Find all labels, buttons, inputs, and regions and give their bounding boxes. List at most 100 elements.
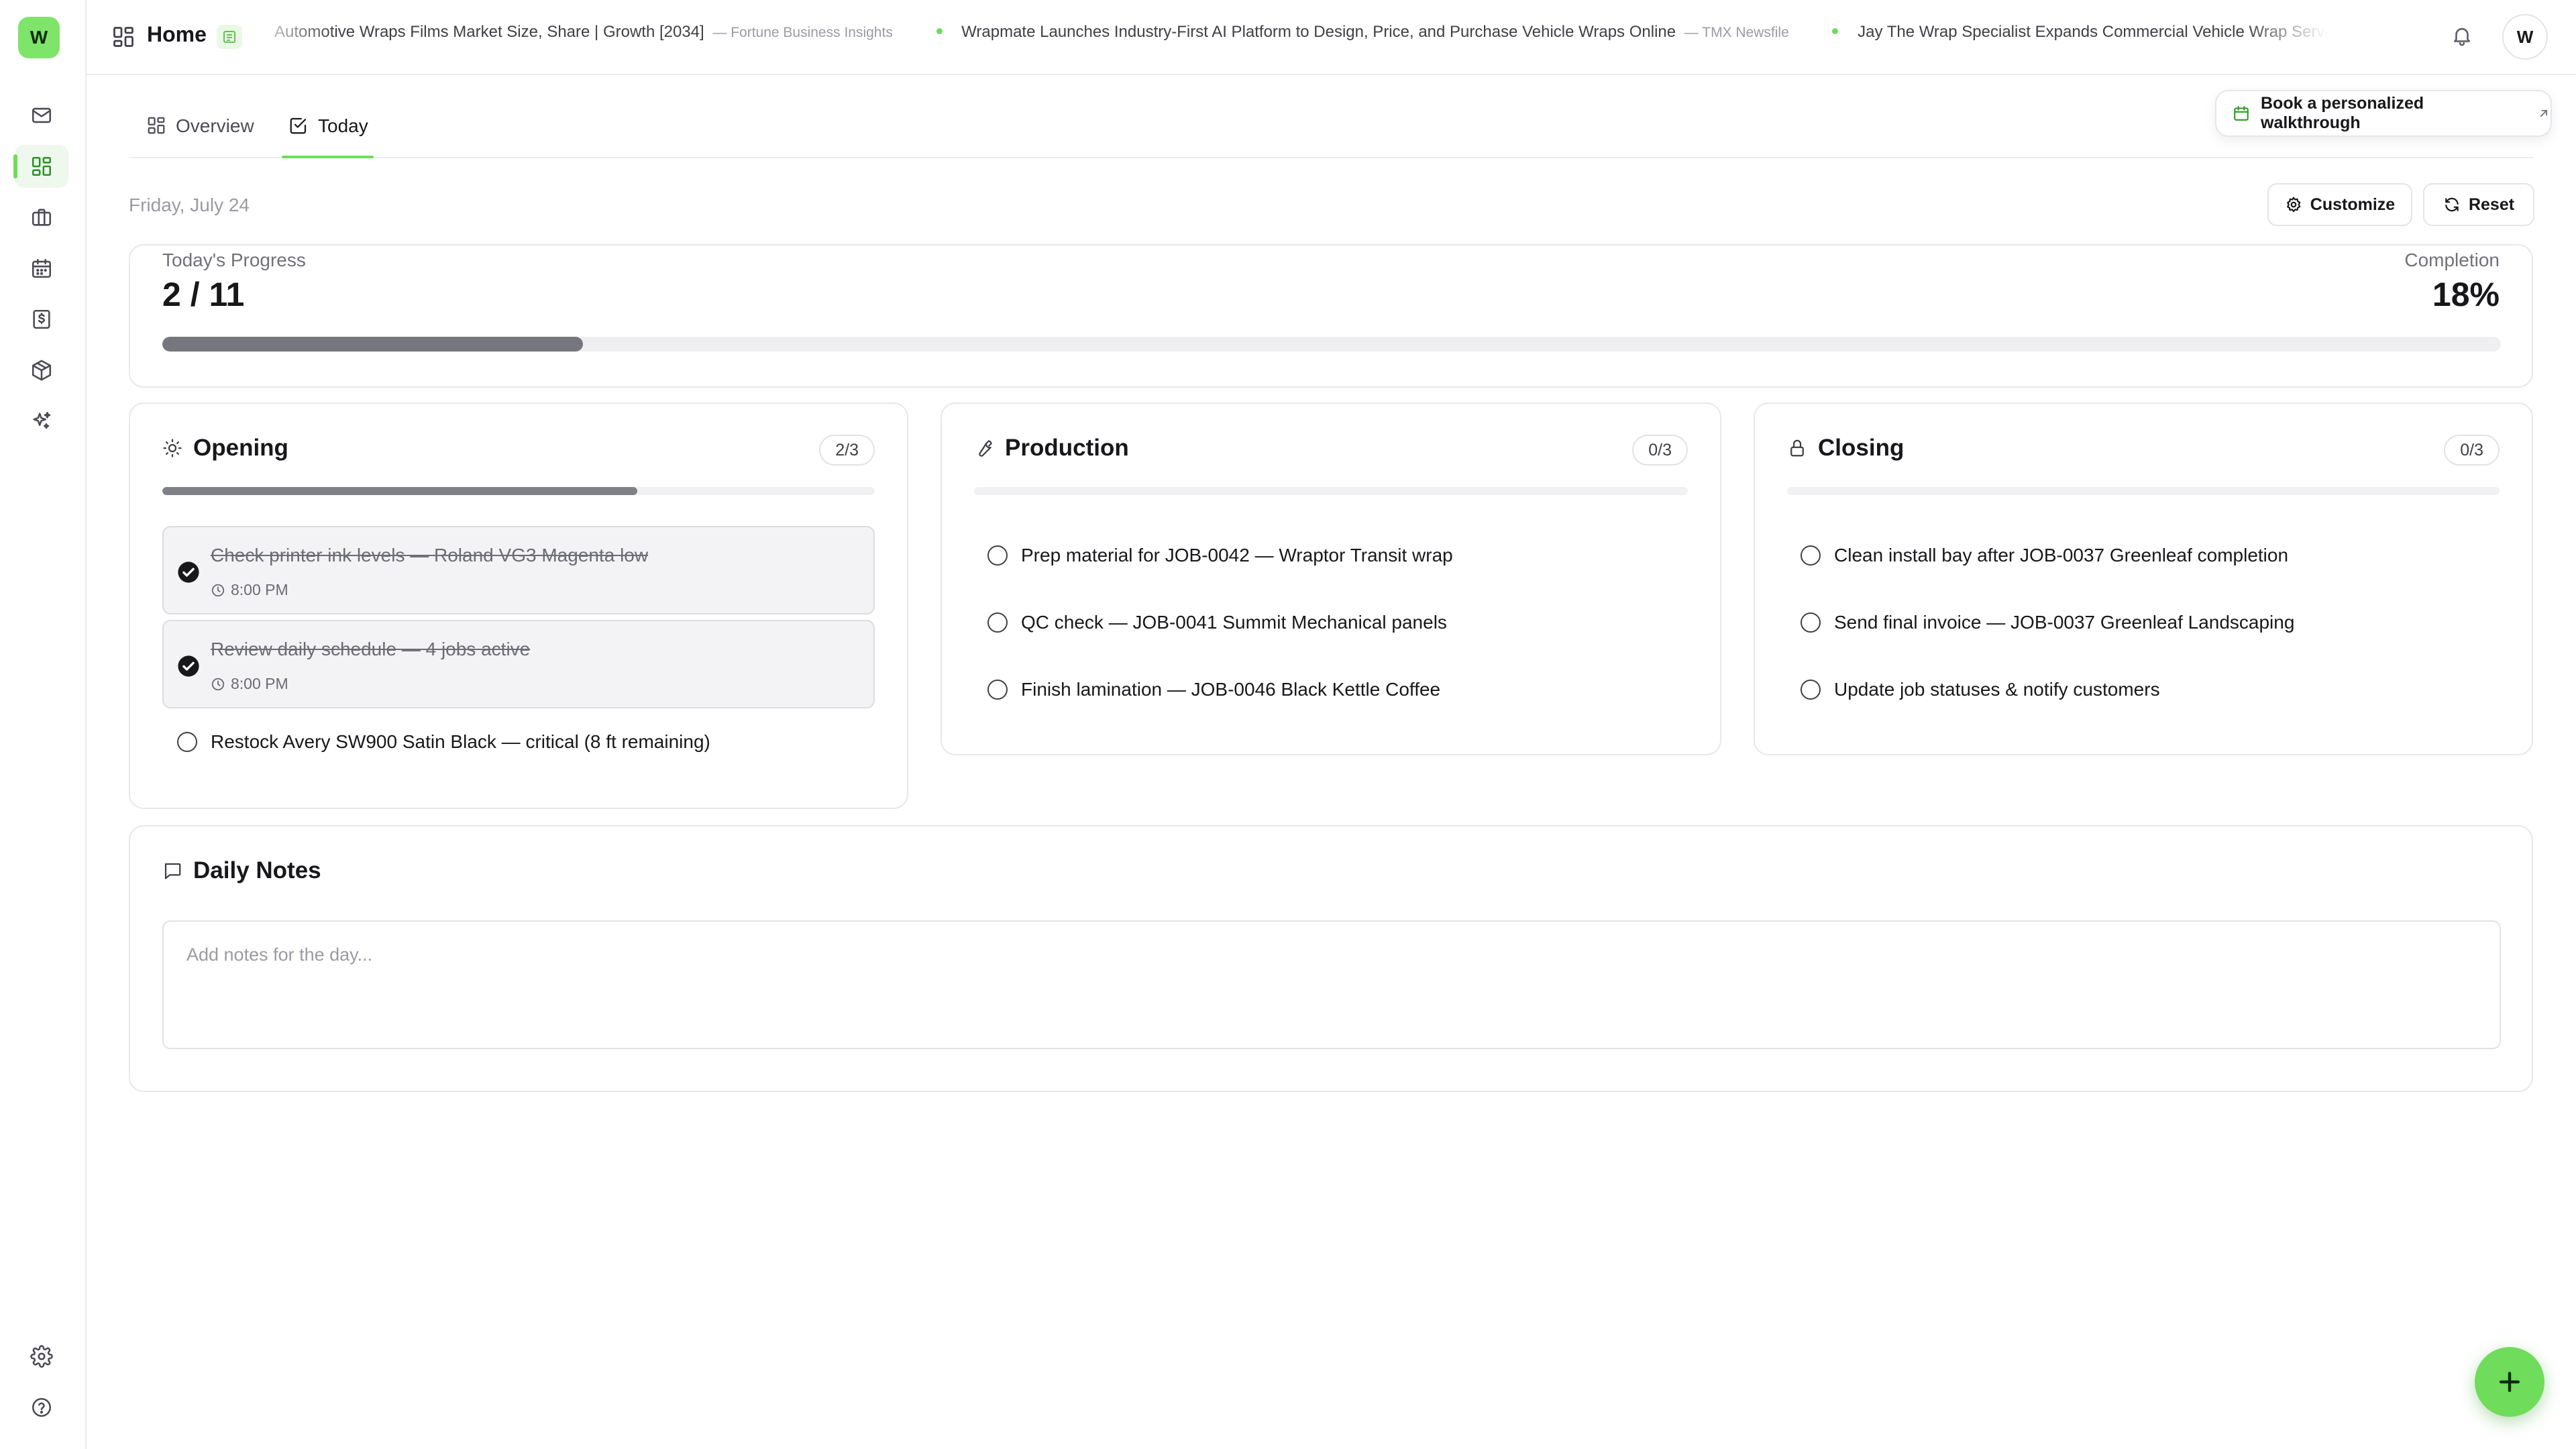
user-avatar[interactable]: W [2502, 14, 2548, 60]
progress-bar-fill [162, 337, 584, 352]
daily-notes-textarea[interactable]: Add notes for the day... [162, 920, 2501, 1049]
news-headline: Automotive Wraps Films Market Size, Shar… [274, 23, 704, 41]
opening-header: Opening [162, 435, 288, 462]
nav-dashboard[interactable] [13, 145, 68, 188]
task-item[interactable]: Clean install bay after JOB-0037 Greenle… [1801, 545, 2288, 566]
reset-label: Reset [2468, 195, 2515, 214]
package-icon [30, 359, 53, 382]
task-checkbox[interactable] [1801, 680, 1821, 700]
customize-button[interactable]: Customize [2267, 183, 2412, 226]
current-date: Friday, July 24 [129, 195, 250, 215]
settings-icon [2285, 196, 2302, 213]
opening-progress-fill [162, 487, 638, 495]
completion-label: Completion [2404, 250, 2500, 270]
closing-progress-bar [1787, 487, 2500, 495]
plus-icon [2495, 1367, 2524, 1397]
production-header: Production [974, 435, 1129, 462]
news-item[interactable]: Automotive Wraps Films Market Size, Shar… [274, 23, 893, 42]
task-item-completed[interactable]: Check printer ink levels — Roland VG3 Ma… [162, 526, 875, 614]
app-logo[interactable]: W [18, 17, 60, 58]
task-checkbox[interactable] [1801, 545, 1821, 566]
notifications-bell-icon[interactable] [2451, 24, 2473, 47]
tab-today[interactable]: Today [282, 115, 374, 158]
clock-icon [211, 583, 225, 598]
task-item[interactable]: Update job statuses & notify customers [1801, 679, 2160, 700]
task-item[interactable]: Send final invoice — JOB-0037 Greenleaf … [1801, 612, 2294, 633]
task-checkbox[interactable] [987, 680, 1008, 700]
closing-card: Closing 0/3 Clean install bay after JOB-… [1754, 402, 2533, 755]
task-time: 8:00 PM [211, 581, 288, 599]
nav-jobs[interactable] [15, 196, 68, 239]
closing-count-badge: 0/3 [2444, 435, 2500, 466]
closing-header: Closing [1787, 435, 1904, 462]
notes-placeholder: Add notes for the day... [186, 945, 373, 965]
task-text: Send final invoice — JOB-0037 Greenleaf … [1834, 612, 2295, 633]
production-progress-bar [974, 487, 1688, 495]
nav-help[interactable] [15, 1386, 68, 1429]
page-title: Home [147, 22, 207, 46]
nav-settings[interactable] [15, 1335, 68, 1378]
nav-calendar[interactable] [15, 247, 68, 290]
task-item[interactable]: Prep material for JOB-0042 — Wraptor Tra… [987, 545, 1453, 566]
task-text: Restock Avery SW900 Satin Black — critic… [211, 731, 710, 752]
task-text: Prep material for JOB-0042 — Wraptor Tra… [1021, 545, 1453, 566]
view-tabs: Overview Today [129, 107, 2533, 158]
refresh-icon [2443, 196, 2461, 213]
nav-ai[interactable] [15, 400, 68, 443]
newspaper-icon [221, 29, 237, 45]
task-time: 8:00 PM [211, 675, 288, 693]
section-title: Closing [1818, 435, 1904, 461]
news-item[interactable]: Jay The Wrap Specialist Expands Commerci… [1832, 23, 2327, 42]
task-checkbox[interactable] [1801, 612, 1821, 633]
task-text: Review daily schedule — 4 jobs active [211, 639, 531, 659]
nav-invoices[interactable] [15, 298, 68, 341]
grid-icon [146, 115, 166, 136]
progress-card: Today's Progress 2 / 11 Completion 18% [129, 244, 2533, 388]
section-title: Daily Notes [193, 857, 321, 883]
notes-header: Daily Notes [162, 857, 321, 884]
help-icon [30, 1396, 53, 1419]
checkbox-icon [288, 115, 309, 136]
news-bullet [1832, 28, 1839, 35]
reset-button[interactable]: Reset [2423, 183, 2534, 226]
task-checkbox[interactable] [987, 545, 1008, 566]
walkthrough-label: Book a personalized walkthrough [2261, 94, 2424, 132]
news-feed-toggle[interactable] [217, 25, 242, 49]
book-walkthrough-button[interactable]: Book a personalized walkthrough [2215, 90, 2552, 137]
opening-count-badge: 2/3 [819, 435, 875, 466]
task-checkbox[interactable] [177, 732, 197, 752]
progress-value: 2 / 11 [162, 276, 245, 313]
add-fab-button[interactable] [2475, 1347, 2544, 1417]
top-bar: Home Automotive Wraps Films Market Size,… [87, 0, 2576, 75]
message-icon [162, 861, 182, 881]
opening-card: Opening 2/3 Check printer ink levels — R… [129, 402, 908, 809]
lock-icon [1787, 438, 1807, 458]
completion-value: 18% [2432, 276, 2500, 313]
sparkles-icon [30, 410, 53, 433]
task-item[interactable]: Finish lamination — JOB-0046 Black Kettl… [987, 679, 1440, 700]
task-item-completed[interactable]: Review daily schedule — 4 jobs active 8:… [162, 620, 875, 708]
checked-circle-icon[interactable] [177, 561, 200, 584]
clock-icon [211, 677, 225, 692]
external-arrow-icon [2537, 107, 2551, 120]
wrench-icon [974, 438, 994, 458]
task-item[interactable]: Restock Avery SW900 Satin Black — critic… [177, 731, 710, 753]
dashboard-icon [30, 155, 53, 178]
news-item[interactable]: Wrapmate Launches Industry-First AI Plat… [936, 23, 1789, 42]
calendar-icon [2233, 105, 2250, 122]
nav-inventory[interactable] [15, 349, 68, 392]
checked-circle-icon[interactable] [177, 655, 200, 678]
task-checkbox[interactable] [987, 612, 1008, 633]
news-bullet [936, 28, 943, 35]
tab-label: Overview [176, 115, 254, 136]
task-item[interactable]: QC check — JOB-0041 Summit Mechanical pa… [987, 612, 1447, 633]
progress-label: Today's Progress [162, 250, 306, 270]
nav-inbox[interactable] [15, 94, 68, 137]
progress-bar [162, 337, 2501, 352]
production-card: Production 0/3 Prep material for JOB-004… [941, 402, 1721, 755]
tab-overview[interactable]: Overview [146, 115, 254, 157]
briefcase-icon [30, 206, 53, 229]
section-title: Production [1005, 435, 1129, 461]
news-headline: Jay The Wrap Specialist Expands Commerci… [1858, 23, 2327, 41]
home-grid-icon [111, 25, 136, 49]
